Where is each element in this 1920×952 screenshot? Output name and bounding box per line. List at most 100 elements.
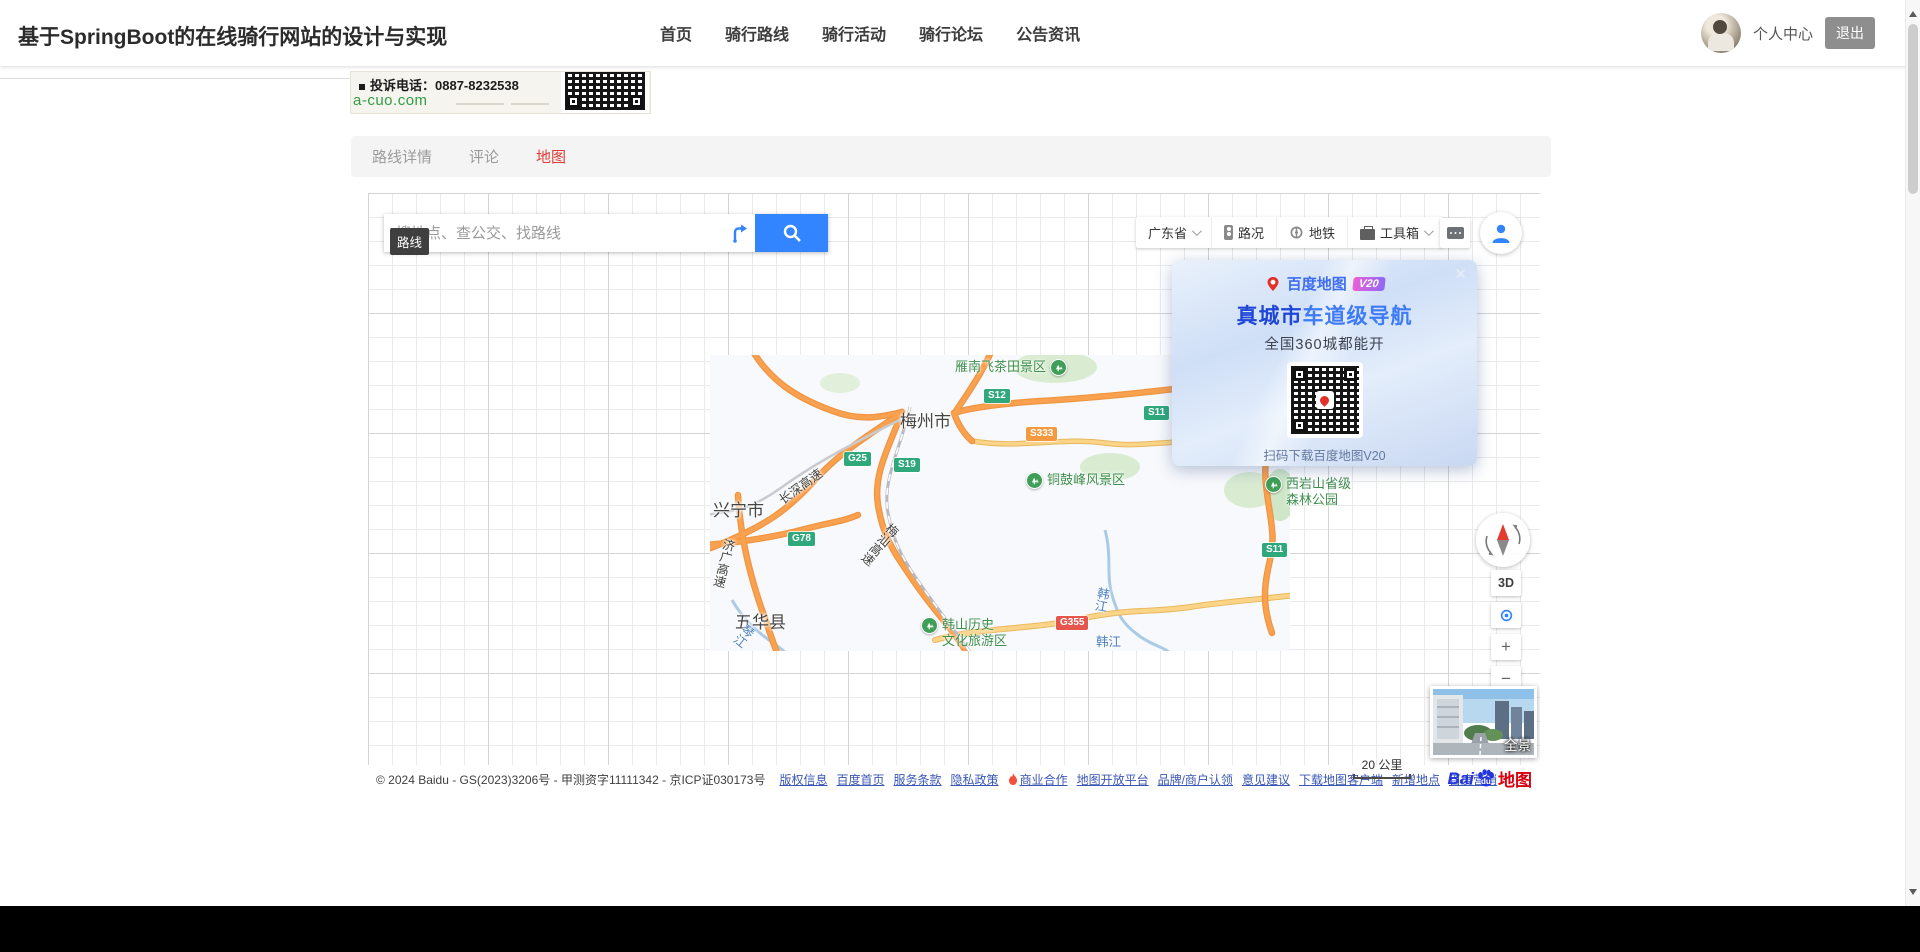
chevron-down-icon [1192, 226, 1202, 236]
route-icon[interactable] [723, 214, 755, 252]
qr-marker [1344, 368, 1357, 381]
road-badge-s333: S333 [1026, 427, 1057, 441]
scenic-tree-icon [1026, 472, 1043, 489]
route-banner-image: 投诉电话：0887-8232538 a-cuo.com [351, 72, 650, 113]
promo-qr-code [1287, 362, 1363, 438]
map-zoom-controls: 3D + − [1491, 570, 1521, 692]
scenic-tree-icon [1265, 476, 1282, 493]
qr-center-pin-icon [1316, 391, 1334, 409]
promo-brand-name: 百度地图 [1287, 273, 1347, 294]
promo-caption: 扫码下载百度地图V20 [1172, 445, 1477, 464]
region-label: 广东省 [1148, 223, 1187, 242]
nav-home[interactable]: 首页 [660, 21, 692, 45]
nav-news[interactable]: 公告资讯 [1016, 21, 1080, 45]
scale-bar [1353, 774, 1411, 779]
traffic-toggle[interactable]: 路况 [1212, 217, 1277, 248]
zoom-in-button[interactable]: + [1491, 634, 1521, 660]
feedback-button[interactable] [1440, 218, 1470, 248]
profile-link[interactable]: 个人中心 [1753, 23, 1813, 44]
poi-hanshan[interactable]: 韩山历史 文化旅游区 [921, 617, 1007, 648]
close-icon[interactable]: ✕ [1454, 265, 1467, 283]
link-feedback[interactable]: 意见建议 [1242, 771, 1290, 788]
search-input[interactable] [384, 214, 723, 252]
scenic-tree-icon [921, 617, 938, 634]
search-icon [782, 223, 802, 243]
qr-marker [1293, 368, 1306, 381]
metro-icon [1289, 225, 1304, 240]
baidu-map-canvas[interactable]: 梅州市 兴宁市 五华县 长深高速 济广高速 梅汕高速 韩江 韩江 琴江 S12 … [368, 193, 1540, 793]
road-badge-g25: G25 [844, 452, 871, 466]
metro-toggle[interactable]: 地铁 [1277, 217, 1348, 248]
logout-button[interactable]: 退出 [1825, 17, 1875, 49]
link-merchant-claim[interactable]: 品牌/商户认领 [1158, 771, 1233, 788]
poi-label: 铜鼓峰风景区 [1047, 472, 1125, 488]
baidu-map-logo[interactable]: Bai du 地图 [1448, 766, 1532, 791]
link-terms[interactable]: 服务条款 [894, 771, 942, 788]
banner-site-text: a-cuo.com [353, 92, 428, 109]
traffic-light-icon [1224, 225, 1233, 240]
detail-tabbar: 路线详情 评论 地图 [351, 136, 1551, 177]
map-search-widget [384, 214, 828, 252]
poi-tonggufeng[interactable]: 铜鼓峰风景区 [1026, 472, 1125, 489]
panorama-entry[interactable]: 全景 [1430, 686, 1537, 758]
link-baidu-home[interactable]: 百度首页 [837, 771, 885, 788]
avatar[interactable] [1701, 13, 1741, 53]
chevron-down-icon [1424, 226, 1434, 236]
toolbox-label: 工具箱 [1380, 223, 1419, 242]
search-button[interactable] [755, 214, 828, 252]
compass-control[interactable] [1476, 513, 1530, 567]
scroll-up-arrow-icon[interactable] [1909, 7, 1917, 17]
nav-activities[interactable]: 骑行活动 [822, 21, 886, 45]
map-account-button[interactable] [1480, 212, 1522, 254]
scroll-down-arrow-icon[interactable] [1909, 889, 1917, 899]
map-scale: 20 公里 [1353, 756, 1411, 779]
nav-forum[interactable]: 骑行论坛 [919, 21, 983, 45]
baidu-paw-icon: du [1475, 768, 1497, 790]
traffic-label: 路况 [1238, 223, 1264, 242]
page-bottom-strip [0, 906, 1920, 952]
nav-routes[interactable]: 骑行路线 [725, 21, 789, 45]
baidu-map-promo-panel: ✕ 百度地图 V20 真城市车道级导航 全国360城都能开 扫码下载百度地图V2… [1172, 260, 1477, 466]
map-footer: © 2024 Baidu - GS(2023)3206号 - 甲测资字11111… [368, 765, 1540, 793]
poi-label: 文化旅游区 [942, 633, 1007, 649]
road-badge-s19: S19 [894, 458, 920, 472]
tab-map[interactable]: 地图 [536, 146, 566, 167]
map-copyright: © 2024 Baidu - GS(2023)3206号 - 甲测资字11111… [376, 771, 766, 788]
promo-version-badge: V20 [1352, 277, 1385, 291]
scrollbar-thumb[interactable] [1908, 24, 1918, 194]
road-badge-s12: S12 [984, 389, 1010, 403]
road-badge-s11-bottom: S11 [1262, 543, 1287, 557]
toolbox-menu[interactable]: 工具箱 [1348, 217, 1443, 248]
promo-brand-row: 百度地图 V20 [1172, 273, 1477, 294]
route-tooltip: 路线 [390, 228, 429, 255]
link-privacy[interactable]: 隐私政策 [951, 771, 999, 788]
banner-divider [511, 103, 549, 105]
road-badge-g78: G78 [788, 532, 815, 546]
map-pin-icon [1265, 276, 1281, 292]
browser-scrollbar[interactable] [1905, 0, 1920, 906]
chat-bubble-icon [1447, 227, 1464, 239]
road-badge-s11-top: S11 [1144, 406, 1169, 420]
link-copyright-info[interactable]: 版权信息 [780, 771, 828, 788]
locate-button[interactable] [1491, 602, 1521, 628]
road-badge-g355: G355 [1056, 616, 1088, 630]
promo-subtitle: 全国360城都能开 [1172, 333, 1477, 354]
poi-label: 森林公园 [1286, 492, 1351, 508]
tab-comments[interactable]: 评论 [469, 146, 499, 167]
poi-xiyanshan[interactable]: 西岩山省级 森林公园 [1265, 476, 1351, 507]
user-area: 个人中心 退出 [1701, 0, 1875, 66]
river-label-hanjiang-2: 韩江 [1096, 631, 1121, 650]
poi-yannanfei[interactable]: 雁南飞茶田景区 [955, 359, 1067, 376]
3d-mode-button[interactable]: 3D [1491, 570, 1521, 596]
panorama-label: 全景 [1504, 734, 1531, 754]
banner-divider [456, 103, 504, 105]
section-divider [0, 78, 351, 79]
region-select[interactable]: 广东省 [1136, 217, 1212, 248]
tab-route-detail[interactable]: 路线详情 [372, 146, 432, 167]
metro-label: 地铁 [1309, 223, 1335, 242]
poi-label: 雁南飞茶田景区 [955, 359, 1046, 375]
flame-icon [1008, 773, 1018, 785]
map-toolbar: 广东省 路况 地铁 工具箱 [1136, 217, 1443, 248]
link-open-platform[interactable]: 地图开放平台 [1077, 771, 1149, 788]
link-business[interactable]: 商业合作 [1008, 771, 1068, 788]
